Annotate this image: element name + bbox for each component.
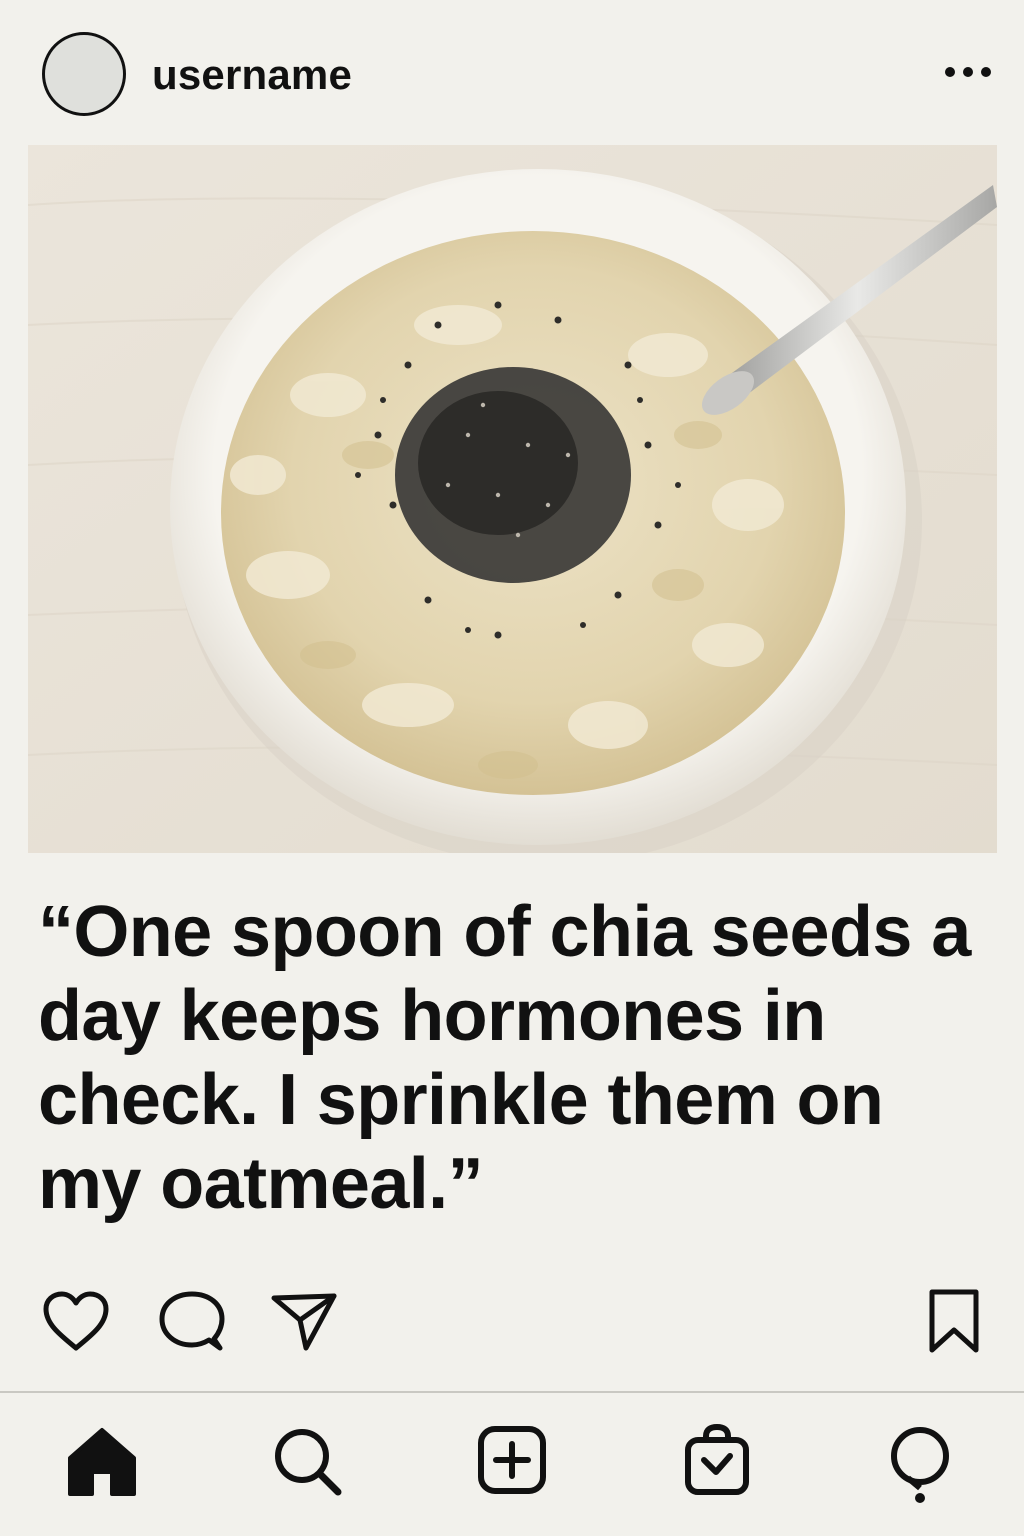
post-header: username	[0, 0, 1024, 145]
nav-create[interactable]	[476, 1424, 548, 1504]
divider	[0, 1391, 1024, 1393]
comment-icon	[159, 1291, 225, 1351]
more-horizontal-icon	[945, 67, 991, 77]
nav-shop[interactable]	[682, 1424, 754, 1504]
heart-icon	[43, 1291, 109, 1351]
search-icon	[275, 1429, 342, 1496]
comment-button[interactable]	[158, 1290, 226, 1354]
post-caption: “One spoon of chia seeds a day keeps hor…	[38, 892, 971, 1224]
post-image[interactable]	[28, 145, 997, 853]
username[interactable]: username	[152, 50, 352, 100]
activity-icon	[891, 1427, 949, 1503]
bookmark-icon	[929, 1289, 979, 1353]
more-options-button[interactable]	[936, 54, 1000, 90]
share-button[interactable]	[270, 1290, 340, 1354]
create-icon	[478, 1426, 546, 1494]
nav-home[interactable]	[66, 1424, 138, 1504]
nav-search[interactable]	[270, 1424, 342, 1504]
shop-icon	[685, 1424, 749, 1495]
avatar[interactable]	[42, 32, 126, 116]
nav-activity[interactable]	[886, 1424, 958, 1504]
send-icon	[271, 1293, 337, 1351]
home-icon	[68, 1428, 136, 1496]
save-button[interactable]	[926, 1288, 982, 1354]
like-button[interactable]	[40, 1290, 112, 1354]
